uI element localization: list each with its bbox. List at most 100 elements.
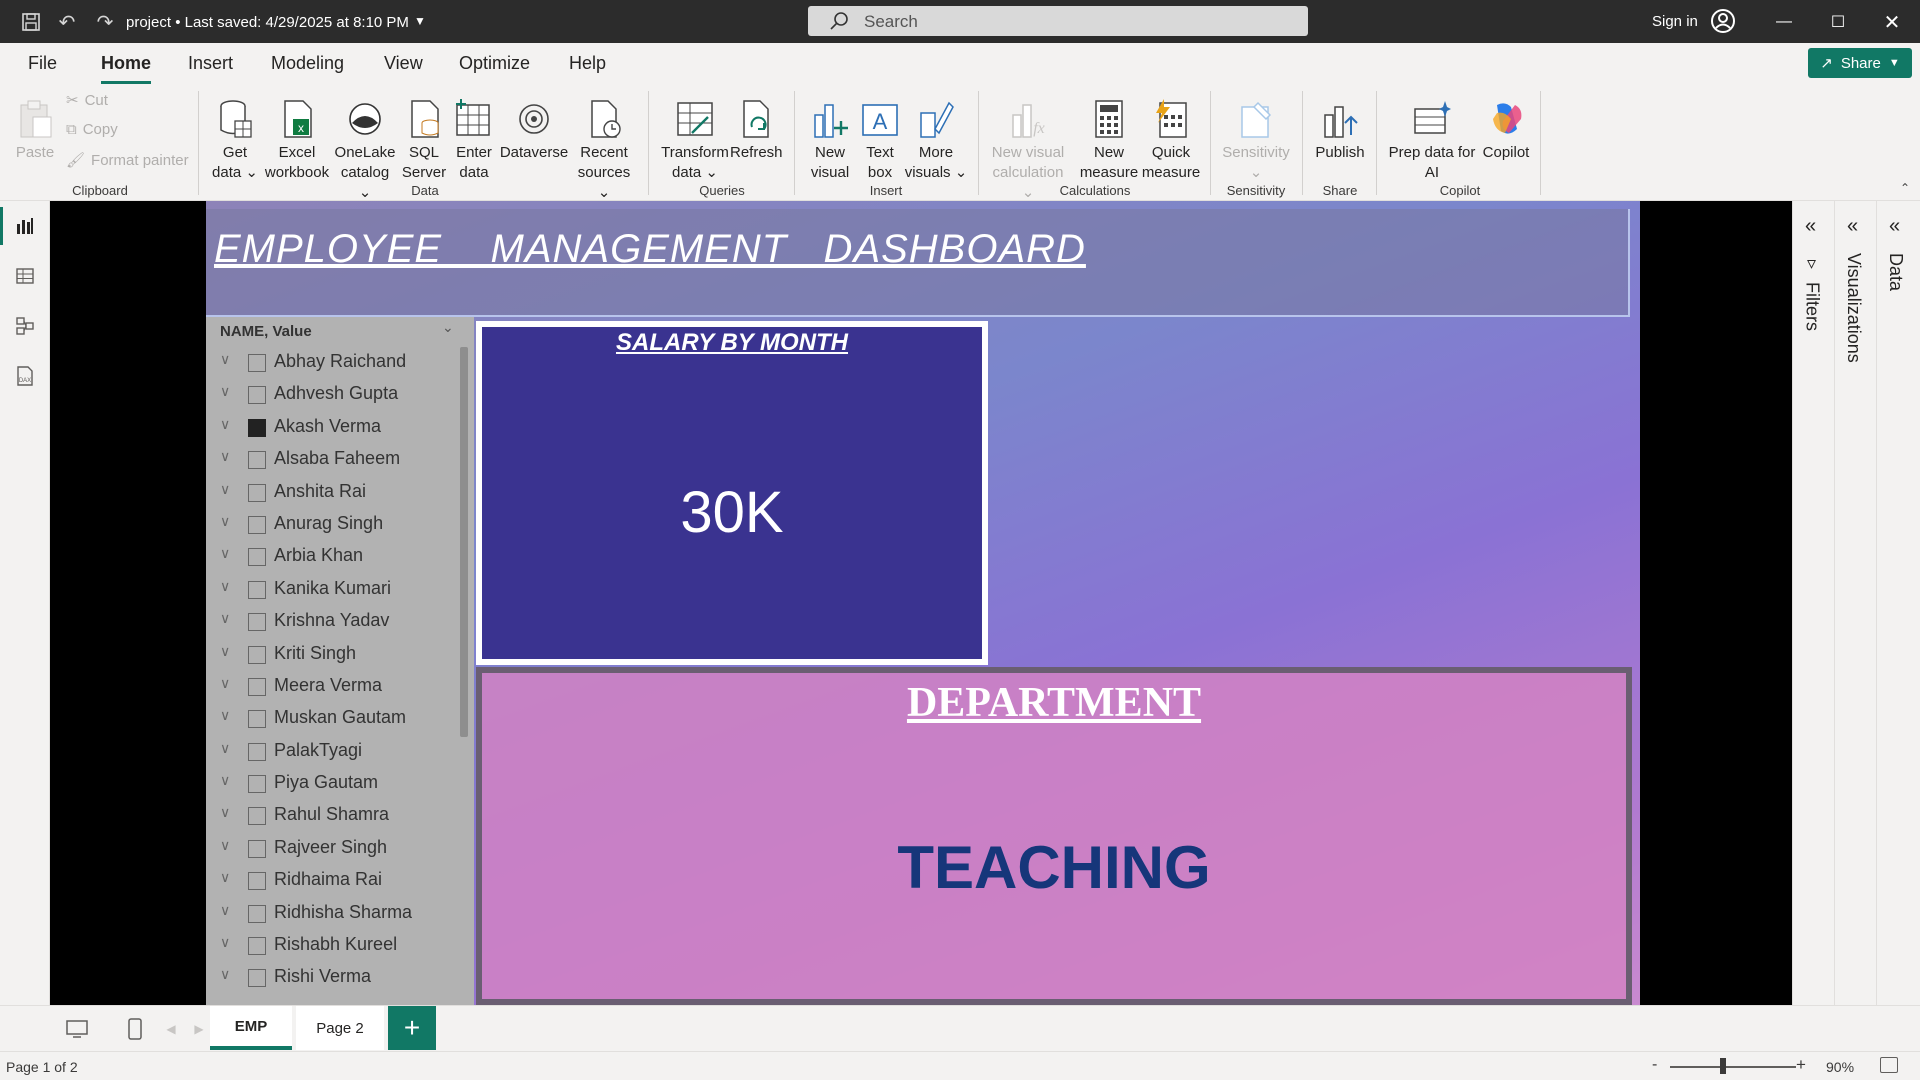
tab-modeling[interactable]: Modeling [271, 53, 344, 74]
expand-chevron-icon[interactable]: ∨ [220, 837, 230, 854]
sensitivity-button[interactable]: Sensitivity ⌄ [1220, 93, 1292, 183]
expand-filters-icon[interactable]: « [1805, 215, 1816, 238]
slicer-checkbox[interactable] [248, 807, 266, 826]
slicer-item[interactable]: ∨ Rishi Verma [206, 962, 462, 994]
slicer-checkbox[interactable] [248, 937, 266, 956]
quick-measure-button[interactable]: Quick measure [1140, 93, 1202, 183]
expand-chevron-icon[interactable]: ∨ [220, 675, 230, 692]
fit-to-page-icon[interactable] [1880, 1057, 1898, 1073]
slicer-item[interactable]: ∨ Meera Verma [206, 671, 462, 703]
slicer-item[interactable]: ∨ Kriti Singh [206, 639, 462, 671]
search-input[interactable]: Search [808, 6, 1308, 36]
slicer-checkbox[interactable] [248, 742, 266, 761]
text-box-button[interactable]: A Text box [856, 93, 904, 183]
paste-button[interactable]: Paste [12, 93, 58, 163]
slicer-checkbox[interactable] [248, 483, 266, 502]
expand-chevron-icon[interactable]: ∨ [220, 578, 230, 595]
slicer-checkbox[interactable] [248, 710, 266, 729]
save-icon[interactable] [18, 9, 44, 35]
recent-sources-button[interactable]: Recent sources ⌄ [570, 93, 638, 203]
zoom-slider[interactable] [1670, 1066, 1796, 1068]
slicer-checkbox[interactable] [248, 386, 266, 405]
slicer-item[interactable]: ∨ Piya Gautam [206, 768, 462, 800]
slicer-item[interactable]: ∨ Krishna Yadav [206, 606, 462, 638]
slicer-item[interactable]: ∨ Rahul Shamra [206, 800, 462, 832]
slicer-checkbox[interactable] [248, 451, 266, 470]
slicer-checkbox[interactable] [248, 904, 266, 923]
dataverse-button[interactable]: Dataverse [498, 93, 570, 163]
slicer-item[interactable]: ∨ Akash Verma [206, 412, 462, 444]
expand-chevron-icon[interactable]: ∨ [220, 481, 230, 498]
expand-chevron-icon[interactable]: ∨ [220, 545, 230, 562]
desktop-layout-icon[interactable] [62, 1015, 92, 1043]
account-icon[interactable] [1710, 8, 1736, 34]
slicer-item[interactable]: ∨ Rishabh Kureel [206, 930, 462, 962]
slicer-item[interactable]: ∨ Arbia Khan [206, 541, 462, 573]
expand-data-icon[interactable]: « [1889, 215, 1900, 238]
slicer-item[interactable]: ∨ Kanika Kumari [206, 574, 462, 606]
tab-home[interactable]: Home [101, 53, 152, 84]
publish-button[interactable]: Publish [1310, 93, 1370, 163]
slicer-checkbox[interactable] [248, 418, 266, 437]
slicer-item[interactable]: ∨ Rajveer Singh [206, 833, 462, 865]
new-visual-button[interactable]: New visual [806, 93, 854, 183]
dax-query-view-icon[interactable]: DAX [12, 363, 38, 389]
slicer-item[interactable]: ∨ Alsaba Faheem [206, 444, 462, 476]
slicer-item[interactable]: ∨ Anurag Singh [206, 509, 462, 541]
cut-button[interactable]: ✂ Cut [66, 91, 108, 110]
slicer-checkbox[interactable] [248, 872, 266, 891]
slicer-item[interactable]: ∨ Muskan Gautam [206, 703, 462, 735]
document-title[interactable]: project • Last saved: 4/29/2025 at 8:10 … [126, 14, 409, 31]
slicer-checkbox[interactable] [248, 515, 266, 534]
table-view-icon[interactable] [12, 263, 38, 289]
expand-chevron-icon[interactable]: ∨ [220, 772, 230, 789]
tab-optimize[interactable]: Optimize [459, 53, 530, 74]
maximize-button[interactable]: ☐ [1818, 8, 1858, 36]
expand-chevron-icon[interactable]: ∨ [220, 351, 230, 368]
expand-chevron-icon[interactable]: ∨ [220, 966, 230, 983]
more-visuals-button[interactable]: More visuals ⌄ [904, 93, 968, 183]
page-tab-emp[interactable]: EMP [210, 1006, 292, 1050]
slicer-item[interactable]: ∨ Anshita Rai [206, 477, 462, 509]
zoom-out-button[interactable]: - [1652, 1056, 1657, 1074]
slicer-checkbox[interactable] [248, 613, 266, 632]
visualizations-pane[interactable]: « Visualizations [1834, 201, 1876, 1005]
slicer-item[interactable]: ∨ PalakTyagi [206, 736, 462, 768]
expand-chevron-icon[interactable]: ∨ [220, 643, 230, 660]
get-data-button[interactable]: Get data ⌄ [208, 93, 262, 183]
prev-page-icon[interactable]: ◀ [156, 1015, 186, 1043]
undo-icon[interactable]: ↶ [54, 9, 80, 35]
expand-chevron-icon[interactable]: ∨ [220, 707, 230, 724]
zoom-slider-thumb[interactable] [1720, 1058, 1726, 1074]
expand-chevron-icon[interactable]: ∨ [220, 610, 230, 627]
slicer-item[interactable]: ∨ Adhvesh Gupta [206, 379, 462, 411]
tab-view[interactable]: View [384, 53, 423, 74]
report-view-icon[interactable] [0, 207, 38, 245]
enter-data-button[interactable]: Enter data [450, 93, 498, 183]
slicer-checkbox[interactable] [248, 839, 266, 858]
salary-card[interactable]: SALARY BY MONTH 30K [476, 321, 988, 665]
excel-workbook-button[interactable]: x Excel workbook [262, 93, 332, 183]
tab-insert[interactable]: Insert [188, 53, 233, 74]
tab-help[interactable]: Help [569, 53, 606, 74]
format-painter-button[interactable]: 🖌 Format painter [66, 151, 189, 170]
model-view-icon[interactable] [12, 313, 38, 339]
mobile-layout-icon[interactable] [120, 1015, 150, 1043]
share-button[interactable]: ↗ Share ▼ [1808, 48, 1912, 78]
expand-chevron-icon[interactable]: ∨ [220, 448, 230, 465]
zoom-in-button[interactable]: + [1796, 1055, 1806, 1075]
tab-file[interactable]: File [28, 53, 57, 74]
chevron-down-icon[interactable]: ▼ [414, 14, 426, 28]
expand-chevron-icon[interactable]: ∨ [220, 416, 230, 433]
transform-data-button[interactable]: Transform data ⌄ [660, 93, 730, 183]
copilot-button[interactable]: Copilot [1478, 93, 1534, 163]
expand-chevron-icon[interactable]: ∨ [220, 513, 230, 530]
page-tab-page-2[interactable]: Page 2 [296, 1006, 384, 1050]
expand-chevron-icon[interactable]: ∨ [220, 804, 230, 821]
slicer-checkbox[interactable] [248, 354, 266, 372]
onelake-catalog-button[interactable]: OneLake catalog ⌄ [334, 93, 396, 203]
slicer-item[interactable]: ∨ Ridhaima Rai [206, 865, 462, 897]
refresh-button[interactable]: Refresh [730, 93, 783, 163]
expand-visualizations-icon[interactable]: « [1847, 215, 1858, 238]
expand-chevron-icon[interactable]: ∨ [220, 740, 230, 757]
